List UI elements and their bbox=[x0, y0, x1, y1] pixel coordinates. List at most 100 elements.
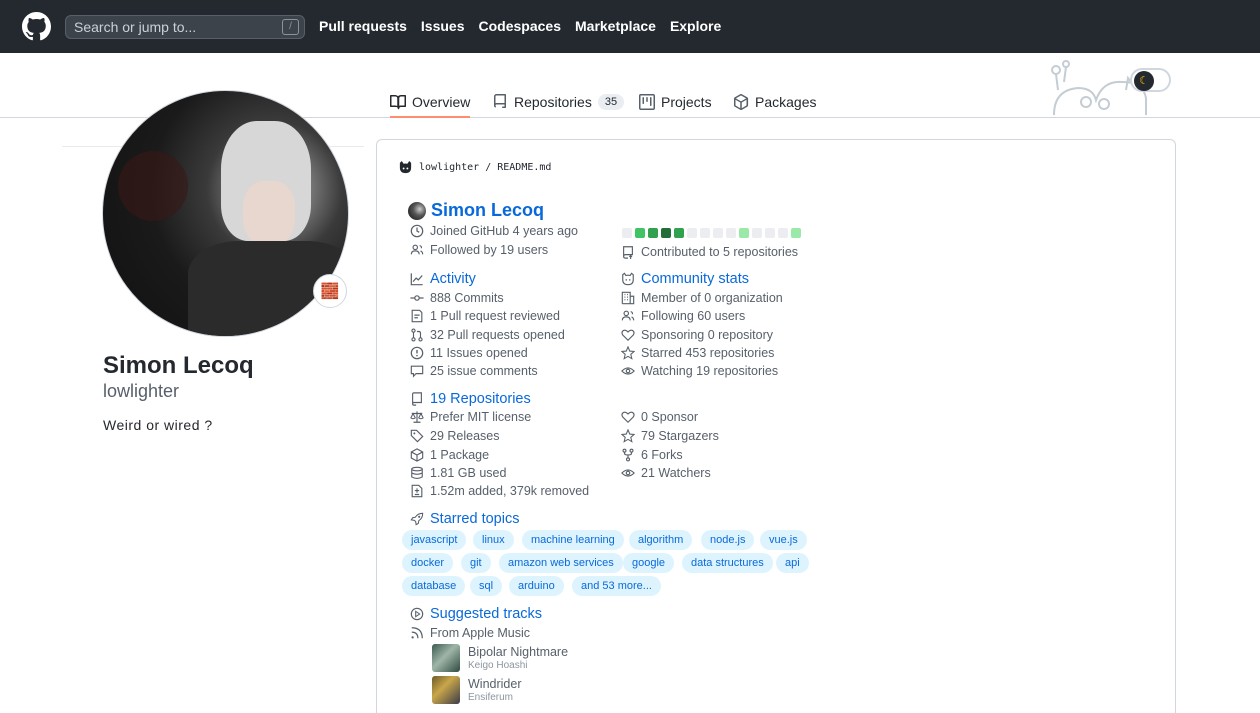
contribution-calendar bbox=[622, 228, 801, 238]
topic-tag[interactable]: data structures bbox=[682, 553, 773, 573]
profile-bio: Weird or wired ? bbox=[103, 417, 213, 433]
repositories-title[interactable]: 19 Repositories bbox=[430, 391, 531, 407]
github-logo-icon[interactable] bbox=[22, 12, 51, 41]
topic-tag[interactable]: arduino bbox=[509, 576, 564, 596]
organization-icon bbox=[621, 291, 635, 305]
joined-row: Joined GitHub 4 years ago bbox=[410, 224, 578, 238]
topic-tag[interactable]: node.js bbox=[701, 530, 755, 550]
topics-heading: Starred topics bbox=[410, 511, 519, 527]
repo-forked-icon bbox=[622, 448, 634, 462]
book-icon bbox=[390, 94, 406, 109]
community-sponsoring-row: Sponsoring 0 repository bbox=[621, 328, 773, 342]
track-item[interactable]: Bipolar Nightmare Keigo Hoashi bbox=[432, 644, 568, 672]
contribution-day bbox=[791, 228, 801, 238]
activity-commits-row: 888 Commits bbox=[410, 291, 504, 305]
topic-tag[interactable]: amazon web services bbox=[499, 553, 623, 573]
topic-tag[interactable]: vue.js bbox=[760, 530, 807, 550]
track-artist: Keigo Hoashi bbox=[468, 660, 528, 671]
repo-license-text: Prefer MIT license bbox=[430, 410, 532, 424]
topic-tag[interactable]: algorithm bbox=[629, 530, 693, 550]
contribution-day bbox=[713, 228, 723, 238]
topic-tag[interactable]: database bbox=[402, 576, 466, 596]
repo-icon bbox=[494, 94, 506, 108]
track-info: Bipolar Nightmare Keigo Hoashi bbox=[468, 645, 568, 671]
track-item[interactable]: Windrider Ensiferum bbox=[432, 676, 522, 704]
status-emoji-button[interactable]: 🧱 bbox=[313, 274, 347, 308]
topic-tag[interactable]: linux bbox=[473, 530, 514, 550]
activity-commits-text: 888 Commits bbox=[430, 291, 504, 305]
topic-tag[interactable]: google bbox=[623, 553, 675, 573]
eye-icon bbox=[621, 367, 635, 375]
diff-icon bbox=[411, 484, 423, 498]
community-watching-text: Watching 19 repositories bbox=[641, 364, 779, 378]
nav-codespaces[interactable]: Codespaces bbox=[479, 18, 561, 34]
tab-projects[interactable]: Projects bbox=[639, 87, 712, 117]
metrics-user-name[interactable]: Simon Lecoq bbox=[431, 200, 544, 221]
repo-storage-row: 1.81 GB used bbox=[410, 466, 506, 480]
contributed-text: Contributed to 5 repositories bbox=[641, 245, 799, 259]
topic-more-tag[interactable]: and 53 more... bbox=[572, 576, 661, 596]
nav-marketplace[interactable]: Marketplace bbox=[575, 18, 656, 34]
activity-prs-row: 32 Pull requests opened bbox=[410, 328, 565, 342]
track-title: Bipolar Nightmare bbox=[468, 645, 569, 659]
octocat-icon bbox=[399, 160, 412, 174]
commit-icon bbox=[410, 295, 424, 301]
topic-tag[interactable]: sql bbox=[470, 576, 503, 596]
avatar-face bbox=[243, 181, 295, 245]
repo-releases-text: 29 Releases bbox=[430, 429, 500, 443]
search-input[interactable] bbox=[74, 18, 274, 36]
people-icon bbox=[621, 310, 635, 321]
topic-tag[interactable]: api bbox=[776, 553, 809, 573]
contribution-day bbox=[726, 228, 736, 238]
repositories-heading: 19 Repositories bbox=[410, 391, 531, 407]
community-following-text: Following 60 users bbox=[641, 309, 746, 323]
nav-explore[interactable]: Explore bbox=[670, 18, 721, 34]
topic-tag[interactable]: docker bbox=[402, 553, 454, 573]
project-icon bbox=[639, 94, 655, 110]
contribution-day bbox=[778, 228, 788, 238]
tab-overview-label: Overview bbox=[412, 93, 471, 110]
topic-tag[interactable]: javascript bbox=[402, 530, 467, 550]
avatar[interactable] bbox=[102, 90, 349, 337]
octoface-icon bbox=[622, 272, 634, 286]
repo-push-icon bbox=[623, 246, 633, 259]
community-title: Community stats bbox=[641, 271, 749, 287]
nav-issues[interactable]: Issues bbox=[421, 18, 465, 34]
people-icon bbox=[410, 244, 424, 255]
topic-tag[interactable]: machine learning bbox=[522, 530, 624, 550]
followers-row: Followed by 19 users bbox=[410, 243, 548, 257]
repo-forks-text: 6 Forks bbox=[641, 448, 683, 462]
tab-packages[interactable]: Packages bbox=[733, 87, 816, 117]
repo-package-text: 1 Package bbox=[430, 448, 490, 462]
topic-tag[interactable]: git bbox=[461, 553, 491, 573]
star-icon bbox=[621, 429, 635, 443]
theme-toggle[interactable]: ☾ bbox=[1130, 68, 1171, 92]
readme-file-link[interactable]: README.md bbox=[497, 162, 551, 173]
nav-pull-requests[interactable]: Pull requests bbox=[319, 18, 407, 34]
profile-login: lowlighter bbox=[103, 381, 180, 401]
law-icon bbox=[410, 411, 424, 423]
user-avatar-small-icon[interactable] bbox=[408, 201, 426, 220]
contribution-day bbox=[700, 228, 710, 238]
activity-comments-text: 25 issue comments bbox=[430, 364, 538, 378]
contribution-day bbox=[622, 228, 632, 238]
tab-repositories[interactable]: Repositories 35 bbox=[492, 87, 625, 117]
tab-overview[interactable]: Overview bbox=[390, 87, 471, 118]
metrics-user-header: Simon Lecoq bbox=[408, 200, 544, 221]
star-icon bbox=[621, 346, 635, 360]
community-watching-row: Watching 19 repositories bbox=[621, 364, 778, 378]
repo-forks-row: 6 Forks bbox=[621, 448, 683, 462]
album-art bbox=[432, 644, 460, 672]
repo-stargazers-row: 79 Stargazers bbox=[621, 429, 719, 443]
contribution-day bbox=[765, 228, 775, 238]
global-nav: Pull requests Issues Codespaces Marketpl… bbox=[319, 18, 721, 34]
heart-icon bbox=[621, 411, 635, 424]
repositories-count-badge: 35 bbox=[597, 94, 625, 110]
activity-issues-text: 11 Issues opened bbox=[430, 346, 528, 360]
contribution-day bbox=[648, 228, 658, 238]
search-box[interactable]: / bbox=[65, 15, 305, 39]
readme-owner-link[interactable]: lowlighter bbox=[419, 162, 479, 173]
repo-sponsor-row: 0 Sponsor bbox=[621, 410, 698, 424]
readme-path-separator: / bbox=[485, 162, 492, 173]
contribution-day bbox=[687, 228, 697, 238]
